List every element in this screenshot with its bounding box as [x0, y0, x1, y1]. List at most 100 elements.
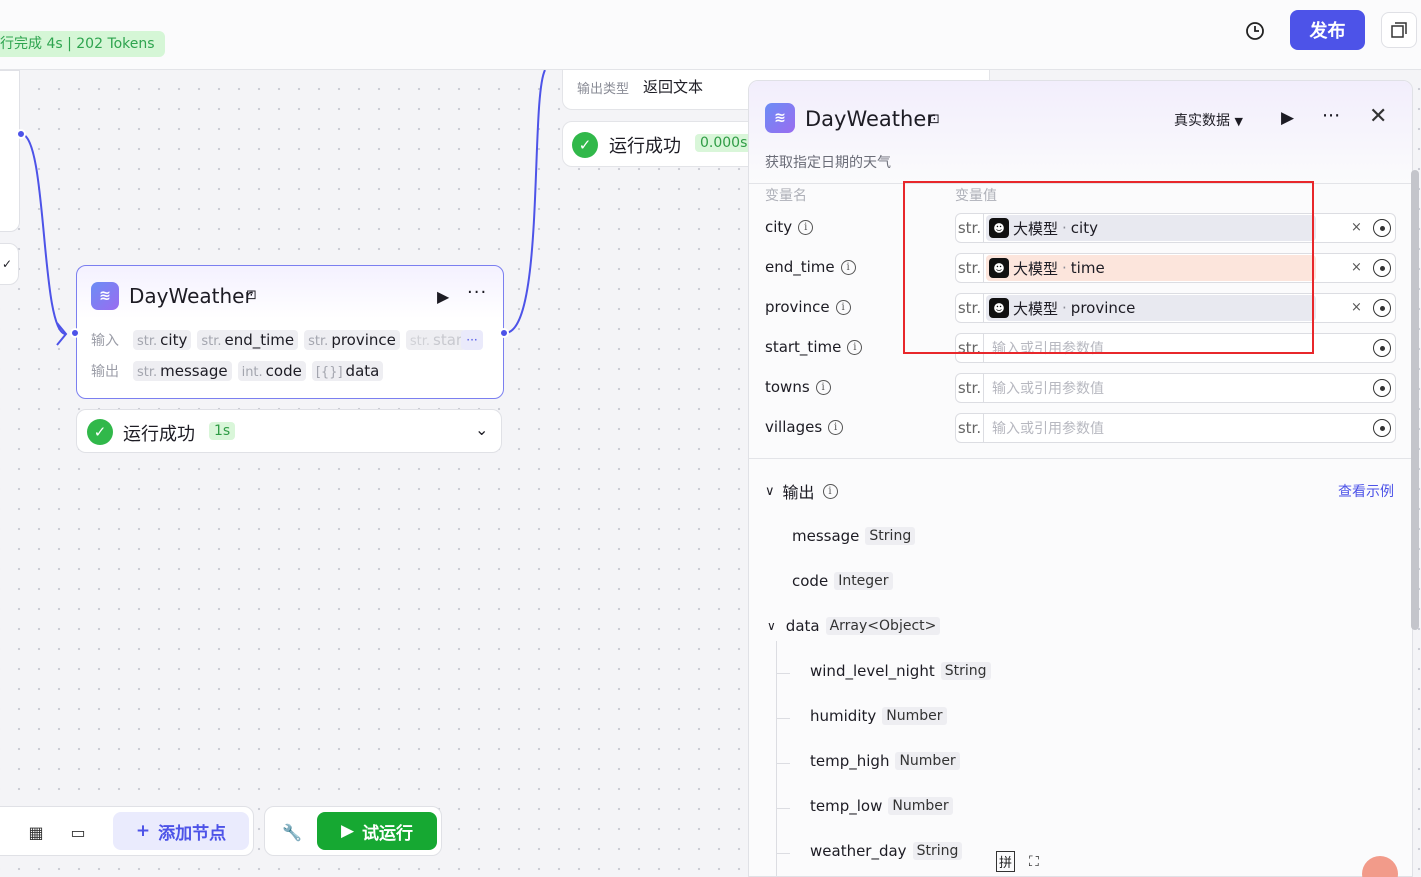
- plugin-icon: ≋: [91, 282, 119, 310]
- panel-title: DayWeather: [805, 107, 935, 131]
- plugin-icon: ≋: [765, 103, 795, 133]
- more-icon[interactable]: ···: [467, 282, 487, 303]
- plugin-badge-icon: ⊡: [929, 112, 940, 127]
- highlight-box: [903, 181, 1314, 354]
- more-inputs-chip[interactable]: ···: [461, 330, 483, 350]
- output-item-data: ∨ data Array<Object>: [767, 617, 941, 635]
- reference-icon[interactable]: [1373, 299, 1391, 317]
- ime-indicator[interactable]: 拼 ⛶: [996, 851, 1039, 872]
- chevron-down-icon[interactable]: ⌄: [475, 420, 488, 439]
- view-example-link[interactable]: 查看示例: [1338, 481, 1394, 501]
- panel-scrollbar[interactable]: [1411, 170, 1419, 630]
- output-child-humidity: humidity Number: [810, 707, 947, 725]
- run-toolbar: 🔧 ▶ 试运行: [264, 806, 442, 856]
- output-item-code: code Integer: [792, 572, 893, 590]
- var-value-field[interactable]: str. 输入或引用参数值: [955, 413, 1396, 443]
- status-label: 运行成功: [609, 136, 681, 157]
- status-time: 0.000s: [695, 134, 753, 152]
- node-inputs-row: 输入 str. city str. end_time str. province st…: [91, 330, 467, 350]
- var-value-field[interactable]: str. 输入或引用参数值: [955, 373, 1396, 403]
- play-icon: ▶: [340, 821, 355, 841]
- input-port[interactable]: [70, 328, 80, 338]
- grid-icon[interactable]: ▦: [25, 821, 47, 843]
- panel-header: ≋ DayWeather ⊡ 获取指定日期的天气 真实数据 ▼ ▶ ··· ✕: [749, 81, 1412, 184]
- upstream-run-status[interactable]: ✓ 运行成功 0.000s: [562, 121, 762, 167]
- node-outputs-row: 输出 str. message int. code [{}] data: [91, 361, 384, 381]
- partial-node-lower[interactable]: ✓: [0, 243, 19, 285]
- close-icon[interactable]: ✕: [1369, 104, 1387, 129]
- clear-icon[interactable]: ×: [1351, 300, 1362, 315]
- input-chip-province: str. province: [304, 330, 400, 350]
- play-icon[interactable]: ▶: [437, 287, 449, 306]
- value-placeholder: 输入或引用参数值: [992, 381, 1104, 397]
- output-port[interactable]: [16, 129, 26, 139]
- info-icon[interactable]: i: [847, 339, 863, 355]
- real-data-dropdown[interactable]: 真实数据 ▼: [1174, 110, 1243, 130]
- node-run-status[interactable]: ✓ 运行成功 1s ⌄: [76, 409, 502, 453]
- canvas-toolbar: ▦ ▭ + 添加节点: [0, 806, 254, 856]
- ime-pinyin-label: 拼: [996, 851, 1016, 872]
- type-badge: str.: [956, 414, 984, 442]
- layout-icon[interactable]: [1381, 12, 1417, 48]
- top-bar: 行完成 4s | 202 Tokens 发布: [0, 0, 1421, 70]
- output-port[interactable]: [499, 328, 509, 338]
- panel-description: 获取指定日期的天气: [765, 155, 891, 171]
- tree-line: [776, 641, 777, 876]
- input-chip-start: str. star: [405, 330, 467, 350]
- add-node-button[interactable]: + 添加节点: [113, 812, 249, 850]
- chevron-down-icon[interactable]: ∨: [765, 484, 775, 499]
- output-type-label: 输出类型: [577, 82, 630, 97]
- more-icon[interactable]: ···: [1322, 105, 1340, 127]
- info-icon[interactable]: i: [822, 483, 838, 499]
- reference-icon[interactable]: [1373, 419, 1391, 437]
- input-label: 输入: [91, 333, 119, 349]
- plugin-badge-icon: ⊡: [246, 288, 257, 303]
- output-section-header[interactable]: ∨ 输出 i: [765, 479, 838, 503]
- info-icon[interactable]: i: [828, 419, 844, 435]
- plus-icon: +: [135, 821, 151, 841]
- history-icon[interactable]: [1242, 18, 1268, 44]
- status-time: 1s: [209, 422, 236, 440]
- minimap-icon[interactable]: ▭: [67, 821, 89, 843]
- output-chip-data: [{}] data: [311, 361, 384, 381]
- clear-icon[interactable]: ×: [1351, 220, 1362, 235]
- info-icon[interactable]: i: [835, 299, 851, 315]
- input-chip-city: str. city: [133, 330, 192, 350]
- output-child-temp-high: temp_high Number: [810, 752, 960, 770]
- output-child-temp-low: temp_low Number: [810, 797, 953, 815]
- success-check-icon: ✓: [572, 132, 598, 158]
- info-icon[interactable]: i: [798, 219, 814, 235]
- reference-icon[interactable]: [1373, 379, 1391, 397]
- wrench-icon[interactable]: 🔧: [281, 821, 303, 843]
- chevron-down-icon: ✓: [1, 257, 12, 271]
- output-label: 输出: [91, 364, 119, 380]
- type-badge: str.: [956, 374, 984, 402]
- input-chip-end-time: str. end_time: [197, 330, 299, 350]
- output-child-weather-day: weather_day String: [810, 842, 963, 860]
- status-label: 运行成功: [123, 424, 195, 445]
- info-icon[interactable]: i: [815, 379, 831, 395]
- output-child-wind-level-night: wind_level_night String: [810, 662, 991, 680]
- publish-button[interactable]: 发布: [1290, 10, 1365, 50]
- ime-expand-icon[interactable]: ⛶: [1029, 854, 1039, 870]
- dayweather-node[interactable]: ≋ DayWeather ⊡ ▶ ··· 输入 str. city str. end…: [76, 265, 504, 399]
- col-header-name: 变量名: [765, 188, 807, 204]
- info-icon[interactable]: i: [840, 259, 856, 275]
- partial-node-upper[interactable]: [0, 70, 20, 232]
- clear-icon[interactable]: ×: [1351, 260, 1362, 275]
- reference-icon[interactable]: [1373, 219, 1391, 237]
- var-row-towns: towns i str. 输入或引用参数值: [749, 368, 1412, 408]
- reference-icon[interactable]: [1373, 259, 1391, 277]
- output-item-message: message String: [792, 527, 916, 545]
- output-type-value: 返回文本: [643, 78, 704, 96]
- value-placeholder: 输入或引用参数值: [992, 421, 1104, 437]
- output-chip-code: int. code: [237, 361, 306, 381]
- play-icon[interactable]: ▶: [1281, 108, 1294, 128]
- reference-icon[interactable]: [1373, 339, 1391, 357]
- section-divider: [749, 458, 1412, 459]
- try-run-button[interactable]: ▶ 试运行: [317, 812, 437, 850]
- run-summary-badge: 行完成 4s | 202 Tokens: [0, 31, 165, 57]
- output-chip-message: str. message: [133, 361, 232, 381]
- node-title: DayWeather: [129, 284, 253, 308]
- chevron-down-icon[interactable]: ∨: [767, 619, 776, 633]
